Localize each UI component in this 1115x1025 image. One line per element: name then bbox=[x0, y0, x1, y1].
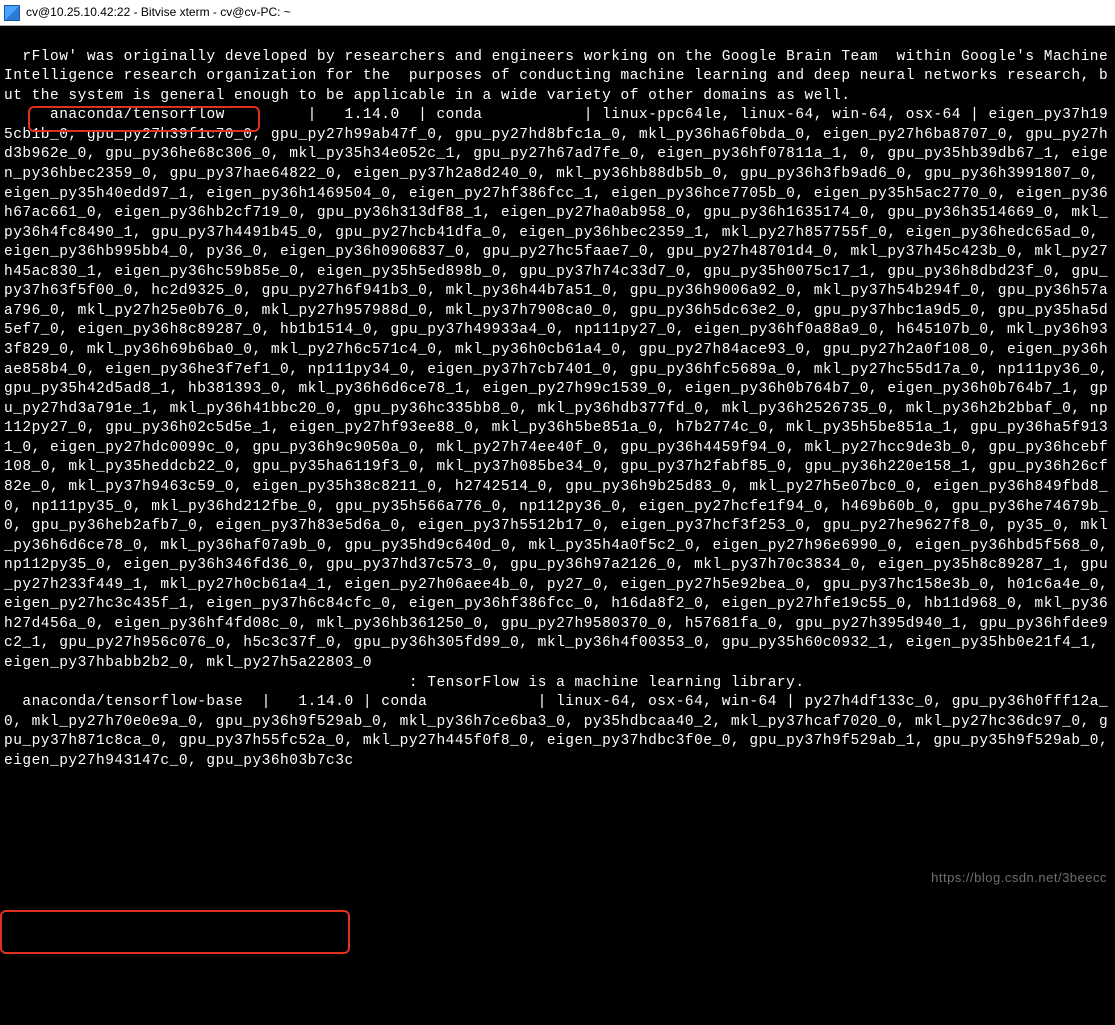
window-titlebar: cv@10.25.10.42:22 - Bitvise xterm - cv@c… bbox=[0, 0, 1115, 26]
app-icon bbox=[4, 5, 20, 21]
window-title: cv@10.25.10.42:22 - Bitvise xterm - cv@c… bbox=[26, 4, 291, 20]
terminal-output: rFlow' was originally developed by resea… bbox=[4, 49, 1115, 769]
highlight-box-tensorflow-base bbox=[0, 910, 350, 954]
watermark: https://blog.csdn.net/3beecc bbox=[931, 869, 1107, 887]
terminal-viewport[interactable]: rFlow' was originally developed by resea… bbox=[0, 26, 1115, 893]
